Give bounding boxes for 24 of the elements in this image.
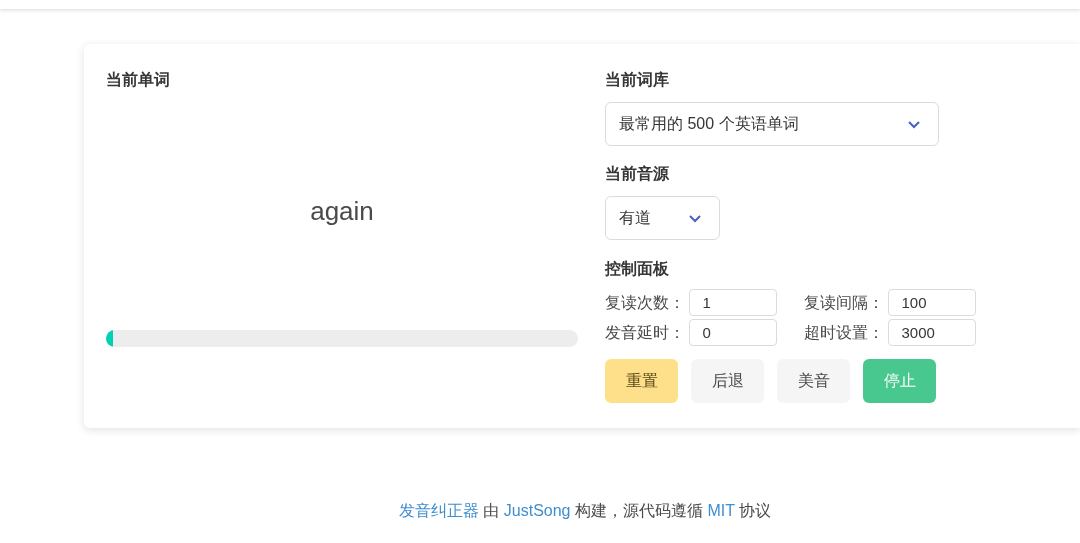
field-label: 超时设置： xyxy=(804,322,885,343)
number-field[interactable]: 1 xyxy=(688,289,777,316)
footer-text: 发音纠正器 由 JustSong 构建，源代码遵循 MIT 协议 xyxy=(398,501,772,521)
field-label: 复读次数： xyxy=(605,292,686,313)
number-field[interactable]: 100 xyxy=(887,289,976,316)
current-word: again xyxy=(310,194,374,228)
section-heading: 当前单词 xyxy=(106,70,171,90)
number-field[interactable]: 3000 xyxy=(887,319,976,346)
section-heading: 控制面板 xyxy=(605,259,670,279)
footer-link[interactable]: JustSong xyxy=(503,502,571,519)
action-button[interactable]: 美音 xyxy=(777,359,850,403)
section-heading: 当前词库 xyxy=(605,70,670,90)
chevron-down-icon xyxy=(688,213,702,223)
field-label: 复读间隔： xyxy=(804,292,885,313)
footer-link[interactable]: MIT xyxy=(707,502,735,519)
section-heading: 当前音源 xyxy=(605,164,670,184)
number-field[interactable]: 0 xyxy=(688,319,777,346)
action-button[interactable]: 后退 xyxy=(691,359,764,403)
source-select[interactable]: 有道 xyxy=(605,196,720,240)
action-button[interactable]: 重置 xyxy=(605,359,678,403)
library-select[interactable]: 最常用的 500 个英语单词 xyxy=(605,102,939,146)
field-label: 发音延时： xyxy=(605,322,686,343)
chevron-down-icon xyxy=(907,119,921,129)
footer-link[interactable]: 发音纠正器 xyxy=(398,502,479,519)
